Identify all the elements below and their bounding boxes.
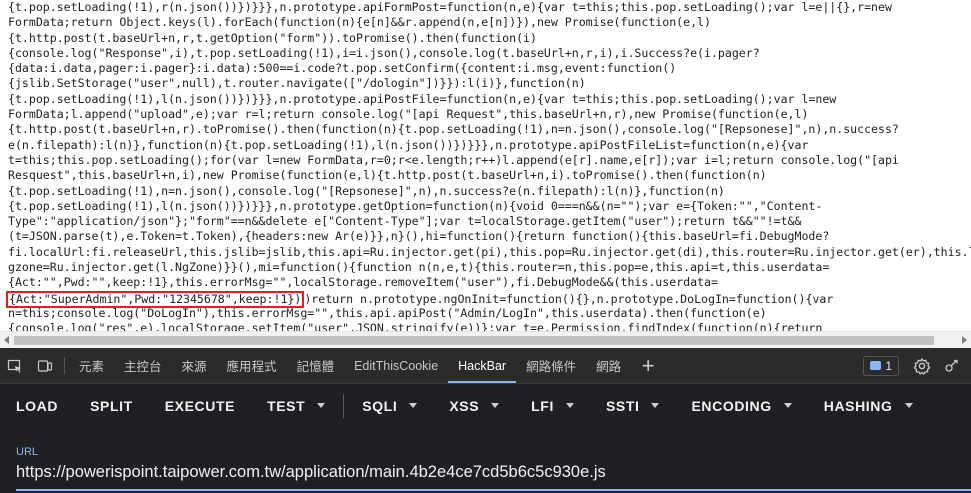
tab-devtools-7[interactable]: 網路條件 (516, 348, 586, 383)
code-line: e(n.filepath):l(n)},function(n){t.pop.se… (8, 137, 809, 152)
hashing-label: HASHING (823, 397, 893, 414)
xss-label: XSS (449, 397, 480, 414)
lfi-label: LFI (531, 397, 554, 414)
scroll-left-arrow-icon[interactable] (4, 336, 9, 344)
tab-hackbar[interactable]: HackBar (448, 348, 517, 383)
tab-editthiscookie[interactable]: EditThisCookie (344, 348, 448, 383)
issues-count: 1 (885, 358, 892, 373)
source-code-viewer: {t.pop.setLoading(!1),r(n.json())})}}},n… (0, 0, 971, 331)
code-line: {t.pop.setLoading(!1),l(n.json())})}}},n… (8, 198, 823, 213)
code-line: {Act:"SuperAdmin",Pwd:"12345678",keep:!1… (6, 290, 971, 308)
code-line: t=this;this.pop.setLoading();for(var l=n… (8, 152, 899, 167)
hashing-button[interactable]: HASHING (808, 384, 929, 427)
encoding-label: ENCODING (691, 397, 772, 414)
inspect-element-icon[interactable] (0, 348, 30, 383)
code-line: {Act:"",Pwd:"",keep:!1},this.errorMsg=""… (8, 275, 718, 290)
chevron-down-icon (409, 403, 418, 408)
url-input[interactable] (16, 459, 956, 485)
chevron-down-icon (783, 403, 792, 408)
url-label: URL (16, 446, 39, 458)
code-line-rest: )return n.prototype.ngOnInit=function(){… (304, 291, 834, 306)
chevron-down-icon (317, 403, 326, 408)
hackbar-toolbar: LOAD SPLIT EXECUTE TEST SQLI XSS LFI SSTI ENCODI… (0, 384, 971, 427)
code-line: Resquest",this.baseUrl+n,i),new Promise(… (8, 168, 767, 183)
code-lines: {t.pop.setLoading(!1),r(n.json())})}}},n… (6, 0, 971, 331)
devtools-tab-bar: 元素 主控台 來源 應用程式 記憶體 EditThisCookie HackBar 網路條件網… (0, 348, 971, 384)
code-line: FormData;l.append("upload",e);var r=l;re… (8, 107, 809, 122)
code-line: {t.pop.setLoading(!1),n=n.json(),console… (8, 183, 725, 198)
tab-devtools-3[interactable]: 應用程式 (217, 348, 287, 383)
toolbar-separator (343, 393, 345, 418)
lfi-button[interactable]: LFI (515, 384, 590, 427)
tab-devtools-8[interactable]: 網路 (586, 348, 631, 383)
code-line: {t.http.post(t.baseUrl+n,r).toPromise().… (8, 122, 899, 137)
load-label: LOAD (16, 397, 59, 414)
code-line: {console.log("res",e),localStorage.setIt… (8, 321, 823, 331)
message-icon (870, 361, 882, 370)
code-line: {t.pop.setLoading(!1),l(n.json())})}}},n… (8, 91, 837, 106)
ssti-button[interactable]: SSTI (590, 384, 676, 427)
horizontal-scrollbar[interactable] (0, 331, 971, 348)
code-line: FormData;return Object.keys(l).forEach(f… (8, 15, 711, 30)
execute-button[interactable]: EXECUTE (149, 384, 251, 427)
code-line: n=this;console.log("DoLogIn"),this.error… (8, 305, 767, 320)
execute-label: EXECUTE (164, 397, 236, 414)
sqli-button[interactable]: SQLI (346, 384, 433, 427)
tab-devtools-4[interactable]: 記憶體 (287, 348, 345, 383)
device-toolbar-icon[interactable] (30, 348, 60, 383)
settings-gear-icon[interactable] (907, 351, 937, 381)
load-button[interactable]: LOAD (0, 384, 74, 427)
test-button[interactable]: TEST (251, 384, 341, 427)
encoding-button[interactable]: ENCODING (675, 384, 807, 427)
remote-devices-icon[interactable] (937, 351, 967, 381)
code-line: fi.localUrl:fi.releaseUrl,this.jslib=jsl… (8, 244, 971, 259)
tab-devtools-1[interactable]: 主控台 (114, 348, 172, 383)
tab-devtools-2[interactable]: 來源 (172, 348, 217, 383)
tab-devtools-0[interactable]: 元素 (69, 348, 114, 383)
test-label: TEST (267, 397, 306, 414)
chevron-down-icon (651, 403, 660, 408)
sqli-label: SQLI (362, 397, 398, 414)
chevron-down-icon (491, 403, 500, 408)
code-line: {jslib.SetStorage("user",null),t.router.… (8, 76, 586, 91)
scroll-right-arrow-icon[interactable] (962, 336, 967, 344)
code-line: gzone=Ru.injector.get(l.NgZone)}}(),mi=f… (8, 260, 830, 275)
chevron-down-icon (904, 403, 913, 408)
add-tab-icon[interactable]: + (631, 348, 665, 383)
hackbar-url-panel: URL (0, 427, 971, 493)
ssti-label: SSTI (605, 397, 640, 414)
devtools-tabs: 元素 主控台 來源 應用程式 記憶體 EditThisCookie HackBar 網路條件網… (69, 348, 631, 383)
code-line: Type":"application/json"};"form"==n&&del… (8, 214, 802, 229)
code-line: {console.log("Response",i),t.pop.setLoad… (8, 45, 760, 60)
code-line: {t.pop.setLoading(!1),r(n.json())})}}},n… (8, 0, 892, 14)
xss-button[interactable]: XSS (433, 384, 515, 427)
code-line: {data:i.data,pager:i.pager}:i.data):500=… (8, 61, 677, 76)
split-label: SPLIT (90, 397, 133, 414)
split-button[interactable]: SPLIT (74, 384, 149, 427)
code-line: (t=JSON.parse(t),e.Token=t.Token),{heade… (8, 229, 830, 244)
devtools-right-controls: 1 (863, 348, 971, 383)
issues-badge[interactable]: 1 (863, 355, 899, 376)
tab-separator (64, 357, 65, 374)
code-line: {t.http.post(t.baseUrl+n,r,t.getOption("… (8, 30, 537, 45)
scrollbar-thumb[interactable] (14, 336, 934, 345)
url-input-underline (16, 489, 971, 491)
chevron-down-icon (565, 403, 574, 408)
